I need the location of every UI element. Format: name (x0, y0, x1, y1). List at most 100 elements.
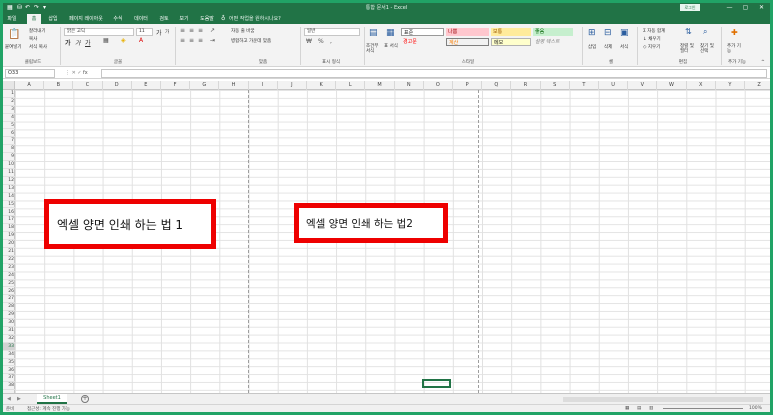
style-warning[interactable]: 경고문 (401, 38, 444, 46)
tab-review[interactable]: 검토 (157, 14, 171, 24)
sort-filter-icon[interactable]: ⇅ (685, 27, 692, 36)
normal-view-icon[interactable]: ▦ (625, 406, 629, 411)
row-header[interactable]: 1 (3, 90, 15, 98)
tab-formulas[interactable]: 수식 (111, 14, 125, 24)
column-header[interactable]: E (132, 81, 161, 90)
column-header[interactable]: U (599, 81, 629, 90)
worksheet-grid[interactable]: 엑셀 양면 인쇄 하는 법 1 엑셀 양면 인쇄 하는 법2 (15, 90, 770, 393)
style-good[interactable]: 좋음 (533, 28, 573, 36)
format-table-icon[interactable]: ▦ (386, 28, 395, 38)
style-calculation[interactable]: 계산 (446, 38, 489, 46)
column-header[interactable]: D (103, 81, 132, 90)
active-cell[interactable] (422, 379, 451, 388)
row-header[interactable]: 31 (3, 327, 15, 335)
style-normal[interactable]: 표준 (401, 28, 444, 36)
column-header[interactable]: J (278, 81, 307, 90)
row-header[interactable]: 2 (3, 98, 15, 106)
column-header[interactable]: N (395, 81, 424, 90)
row-header[interactable]: 15 (3, 201, 15, 209)
bold-button[interactable]: 가 (65, 38, 71, 47)
align-top-icon[interactable]: ≡ (180, 27, 185, 34)
accessibility-status[interactable]: 접근성: 계속 진행 가능 (27, 406, 70, 412)
close-button[interactable]: ✕ (755, 3, 768, 12)
style-note[interactable]: 메모 (491, 38, 531, 46)
login-button[interactable]: 로그인 (680, 4, 700, 11)
paste-button[interactable]: 붙여넣기 (5, 44, 22, 50)
find-select-button[interactable]: 찾기 및 선택 (700, 44, 718, 54)
column-header[interactable]: S (541, 81, 570, 90)
cut-button[interactable]: 잘라내기 (29, 28, 46, 34)
row-header[interactable]: 20 (3, 240, 15, 248)
column-header[interactable]: P (453, 81, 483, 90)
column-header[interactable]: O (424, 81, 453, 90)
paste-icon[interactable]: 📋 (8, 29, 20, 40)
fill-color-icon[interactable]: ◈ (121, 37, 126, 44)
row-header[interactable]: 6 (3, 130, 15, 138)
minimize-button[interactable]: — (723, 3, 736, 12)
conditional-format-button[interactable]: 조건부 서식 (366, 44, 382, 54)
row-header[interactable]: 33 (3, 342, 15, 351)
conditional-format-icon[interactable]: ▤ (369, 28, 378, 38)
row-header[interactable]: 17 (3, 216, 15, 225)
column-header[interactable]: Z (745, 81, 770, 90)
row-header[interactable]: 32 (3, 335, 15, 343)
select-all-button[interactable] (3, 81, 15, 90)
column-header[interactable]: A (15, 81, 45, 90)
tab-file[interactable]: 파일 (5, 14, 19, 24)
row-header[interactable]: 28 (3, 303, 15, 312)
row-header[interactable]: 5 (3, 122, 15, 130)
row-header[interactable]: 10 (3, 161, 15, 169)
format-table-button[interactable]: 표 서식 (384, 44, 398, 49)
row-header[interactable]: 36 (3, 367, 15, 375)
row-header[interactable]: 30 (3, 319, 15, 327)
maximize-button[interactable]: ▢ (739, 3, 752, 12)
row-header[interactable]: 23 (3, 264, 15, 272)
addins-icon[interactable]: ✚ (731, 28, 738, 37)
text-box-method-1[interactable]: 엑셀 양면 인쇄 하는 법 1 (44, 199, 216, 249)
formula-bar-options-icon[interactable]: ⋮ ✕ ✓ (65, 69, 82, 78)
column-header[interactable]: X (687, 81, 716, 90)
number-format-combo[interactable]: 일반 (304, 28, 360, 36)
column-header[interactable]: C (73, 81, 103, 90)
formula-input[interactable] (101, 69, 767, 78)
row-header[interactable]: 25 (3, 280, 15, 288)
align-middle-icon[interactable]: ≡ (189, 27, 194, 34)
column-header[interactable]: L (336, 81, 366, 90)
row-header[interactable]: 21 (3, 248, 15, 256)
find-select-icon[interactable]: ⌕ (703, 27, 707, 37)
grow-font-button[interactable]: 가 (156, 28, 162, 37)
sort-filter-button[interactable]: 정렬 및 필터 (680, 44, 698, 54)
row-header[interactable]: 26 (3, 288, 15, 296)
comma-style-icon[interactable]: , (330, 38, 332, 45)
format-painter-button[interactable]: 서식 복사 (29, 44, 47, 50)
row-header[interactable]: 3 (3, 106, 15, 114)
sheet-tab-sheet1[interactable]: Sheet1 (37, 394, 67, 404)
addins-button[interactable]: 추가 기능 (727, 44, 743, 54)
column-header[interactable]: Q (482, 81, 512, 90)
zoom-slider[interactable] (663, 408, 743, 409)
prev-sheet-icon[interactable]: ◀ (7, 395, 11, 404)
name-box[interactable]: O33 (5, 69, 55, 78)
delete-cells-icon[interactable]: ⊟ (604, 28, 612, 38)
row-header[interactable]: 29 (3, 311, 15, 320)
column-header[interactable]: H (219, 81, 249, 90)
column-header[interactable]: W (657, 81, 687, 90)
wrap-text-button[interactable]: 자동 줄 바꿈 (231, 28, 255, 34)
page-break-view-icon[interactable]: ▥ (649, 406, 653, 411)
orientation-icon[interactable]: ↗ (210, 27, 215, 34)
format-cells-icon[interactable]: ▣ (620, 28, 629, 38)
row-header[interactable]: 22 (3, 256, 15, 264)
style-neutral[interactable]: 보통 (491, 28, 531, 36)
row-header[interactable]: 11 (3, 169, 15, 177)
font-name-combo[interactable]: 맑은 고딕 (64, 28, 134, 36)
column-header[interactable]: F (161, 81, 191, 90)
row-header[interactable]: 38 (3, 382, 15, 391)
format-cells-button[interactable]: 서식 (620, 44, 628, 50)
row-header[interactable]: 35 (3, 359, 15, 367)
row-header[interactable]: 9 (3, 153, 15, 162)
row-header[interactable]: 14 (3, 193, 15, 201)
align-center-icon[interactable]: ≡ (189, 37, 194, 44)
align-right-icon[interactable]: ≡ (198, 37, 203, 44)
row-header[interactable]: 16 (3, 209, 15, 217)
insert-function-button[interactable]: fx (83, 69, 88, 78)
